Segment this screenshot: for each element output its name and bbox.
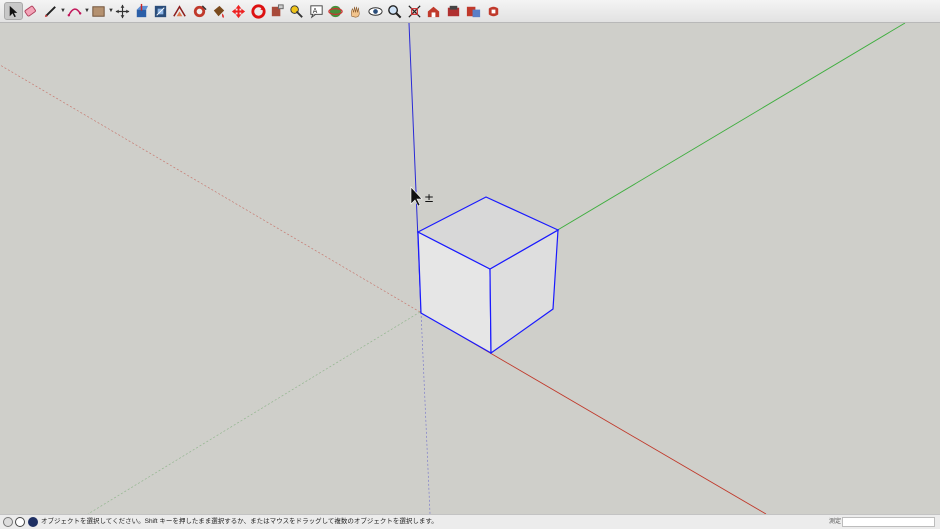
pencil-line-tool-button[interactable]: ▼ bbox=[42, 2, 66, 20]
look-around-tool-icon bbox=[368, 6, 383, 16]
red-axis-negative bbox=[0, 64, 421, 313]
rotate-tool-button[interactable] bbox=[250, 2, 267, 20]
zoom-tool-icon bbox=[388, 4, 402, 18]
text-tool-button[interactable]: A bbox=[308, 2, 325, 20]
zoom-tool-button[interactable] bbox=[386, 2, 403, 20]
pan-tool-icon bbox=[351, 6, 360, 17]
send-to-layout-tool-button[interactable] bbox=[465, 2, 482, 20]
pencil-line-tool-icon bbox=[44, 5, 56, 17]
main-toolbar: ▼ ▼ ▼ A bbox=[0, 0, 940, 23]
move-arrows-tool-button[interactable] bbox=[230, 2, 247, 20]
rectangle-tool-button[interactable]: ▼ bbox=[90, 2, 114, 20]
follow-me-tool-icon bbox=[193, 4, 207, 17]
cursor-modifier: ± bbox=[424, 191, 434, 205]
extension-warehouse-tool-button[interactable] bbox=[445, 2, 462, 20]
orbit-tool-icon bbox=[328, 5, 343, 17]
arc-tool-icon bbox=[67, 7, 82, 17]
select-add-cursor-icon: ± bbox=[410, 186, 434, 207]
select-tool-icon bbox=[9, 5, 18, 17]
push-pull-tool-button[interactable] bbox=[133, 2, 150, 20]
green-axis-negative bbox=[87, 311, 421, 514]
push-pull-tool-icon bbox=[136, 3, 149, 17]
modeling-viewport[interactable]: ± bbox=[0, 23, 940, 514]
extension-manager-tool-button[interactable] bbox=[485, 2, 502, 20]
paint-bucket-tool-icon bbox=[213, 5, 225, 18]
move-tool-icon bbox=[115, 4, 130, 18]
move-tool-button[interactable] bbox=[114, 2, 131, 20]
warehouse-tool-icon bbox=[427, 6, 440, 17]
extension-manager-tool-icon bbox=[488, 6, 499, 16]
svg-text:A: A bbox=[313, 6, 318, 14]
orbit-tool-button[interactable] bbox=[327, 2, 344, 20]
pan-tool-button[interactable] bbox=[347, 2, 364, 20]
text-tool-icon: A bbox=[310, 4, 323, 18]
blue-axis-negative bbox=[420, 311, 431, 514]
warehouse-tool-button[interactable] bbox=[425, 2, 442, 20]
dimension-tool-icon bbox=[290, 4, 303, 18]
info-icon[interactable] bbox=[15, 517, 25, 527]
status-bar: オブジェクトを選択してください。Shift キーを押したまま選択するか、またはマ… bbox=[0, 514, 940, 529]
send-to-layout-tool-icon bbox=[466, 6, 481, 17]
tape-measure-tool-button[interactable] bbox=[269, 2, 286, 20]
move-arrows-tool-icon bbox=[231, 4, 246, 18]
scale-tool-button[interactable] bbox=[152, 2, 169, 20]
status-message: オブジェクトを選択してください。Shift キーを押したまま選択するか、またはマ… bbox=[41, 518, 438, 525]
selected-cube[interactable] bbox=[416, 196, 560, 355]
tape-measure-tool-icon bbox=[271, 3, 284, 16]
eraser-tool-button[interactable] bbox=[22, 2, 39, 20]
arc-tool-button[interactable]: ▼ bbox=[66, 2, 90, 20]
extension-warehouse-tool-icon bbox=[447, 5, 460, 16]
look-around-tool-button[interactable] bbox=[367, 2, 384, 20]
offset-tool-button[interactable] bbox=[171, 2, 188, 20]
follow-me-tool-button[interactable] bbox=[191, 2, 208, 20]
zoom-extents-tool-button[interactable] bbox=[406, 2, 423, 20]
select-tool-button[interactable] bbox=[4, 2, 23, 20]
zoom-extents-tool-icon bbox=[408, 4, 421, 18]
rectangle-tool-icon bbox=[92, 5, 105, 17]
rotate-tool-icon bbox=[251, 3, 266, 19]
scale-tool-icon bbox=[154, 5, 167, 17]
measurement-input[interactable] bbox=[842, 517, 935, 527]
measurement-label: 測定 bbox=[829, 519, 842, 525]
paint-bucket-tool-button[interactable] bbox=[210, 2, 227, 20]
dimension-tool-button[interactable] bbox=[288, 2, 305, 20]
user-account-icon[interactable] bbox=[28, 517, 38, 527]
geo-location-icon[interactable] bbox=[3, 517, 13, 527]
offset-tool-icon bbox=[173, 4, 186, 17]
scene-canvas[interactable]: ± bbox=[0, 23, 940, 514]
eraser-tool-icon bbox=[24, 5, 36, 16]
